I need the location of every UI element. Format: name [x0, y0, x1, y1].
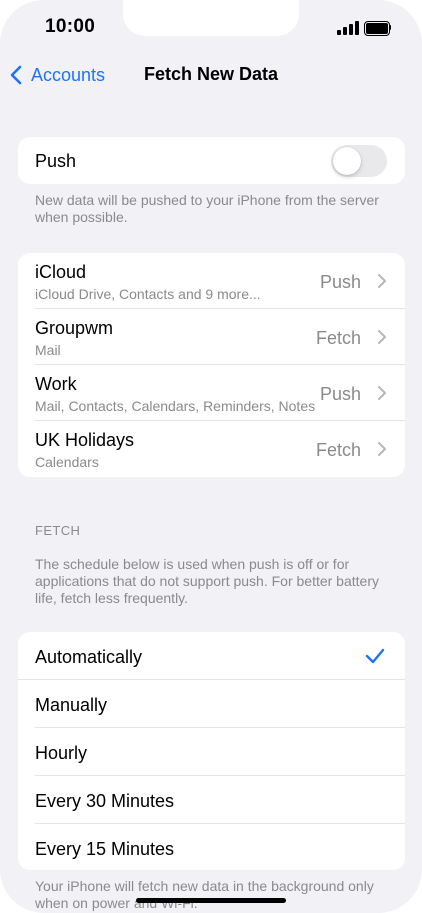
push-label: Push	[35, 151, 77, 171]
account-detail: Mail	[35, 342, 61, 358]
option-label: Hourly	[35, 743, 88, 763]
account-mode: Fetch	[315, 440, 361, 460]
account-row-groupwm[interactable]: Groupwm Mail Fetch	[18, 309, 405, 365]
fetch-option-hourly[interactable]: Hourly	[18, 728, 405, 776]
account-row-work[interactable]: Work Mail, Contacts, Calendars, Reminder…	[18, 365, 405, 421]
account-mode: Push	[319, 272, 361, 292]
option-label: Every 30 Minutes	[35, 791, 175, 811]
push-footer: New data will be pushed to your iPhone f…	[35, 192, 379, 225]
account-detail: Mail, Contacts, Calendars, Reminders, No…	[35, 398, 316, 414]
cellular-signal-icon	[337, 21, 359, 35]
page-title: Fetch New Data	[143, 64, 279, 84]
option-label: Automatically	[35, 647, 143, 667]
account-name: UK Holidays	[35, 430, 135, 450]
fetch-footer: Your iPhone will fetch new data in the b…	[35, 878, 374, 911]
option-label: Manually	[35, 695, 108, 715]
status-bar: 10:00	[0, 0, 422, 56]
notch	[123, 0, 299, 36]
home-indicator[interactable]	[136, 898, 286, 903]
option-label: Every 15 Minutes	[35, 839, 175, 859]
battery-icon	[364, 21, 391, 36]
chevron-right-icon	[378, 330, 386, 344]
chevron-right-icon	[378, 386, 386, 400]
account-name: Groupwm	[35, 318, 114, 338]
account-detail: Calendars	[35, 454, 99, 470]
fetch-section-header: FETCH	[35, 523, 81, 538]
fetch-option-every-30-minutes[interactable]: Every 30 Minutes	[18, 776, 405, 824]
fetch-option-manually[interactable]: Manually	[18, 680, 405, 728]
push-group: Push	[18, 137, 405, 184]
fetch-option-every-15-minutes[interactable]: Every 15 Minutes	[18, 824, 405, 870]
fetch-description: The schedule below is used when push is …	[35, 556, 379, 606]
chevron-right-icon	[378, 442, 386, 456]
status-time: 10:00	[45, 16, 96, 37]
fetch-option-automatically[interactable]: Automatically	[18, 632, 405, 680]
accounts-group: iCloud iCloud Drive, Contacts and 9 more…	[18, 253, 405, 477]
navigation-bar: Accounts Fetch New Data	[0, 56, 422, 96]
account-row-icloud[interactable]: iCloud iCloud Drive, Contacts and 9 more…	[18, 253, 405, 309]
account-mode: Push	[319, 384, 361, 404]
account-name: iCloud	[35, 262, 87, 282]
account-name: Work	[35, 374, 77, 394]
account-row-uk-holidays[interactable]: UK Holidays Calendars Fetch	[18, 421, 405, 477]
checkmark-icon	[365, 648, 385, 664]
account-detail: iCloud Drive, Contacts and 9 more...	[35, 286, 261, 302]
fetch-options-group: Automatically Manually Hourly Every 30 M…	[18, 632, 405, 870]
push-row: Push	[18, 137, 405, 184]
push-toggle[interactable]	[331, 145, 387, 177]
account-mode: Fetch	[315, 328, 361, 348]
phone-screen: 10:00 Accounts Fetch New Data Push New d…	[0, 0, 422, 913]
toggle-knob	[333, 147, 361, 175]
chevron-right-icon	[378, 274, 386, 288]
